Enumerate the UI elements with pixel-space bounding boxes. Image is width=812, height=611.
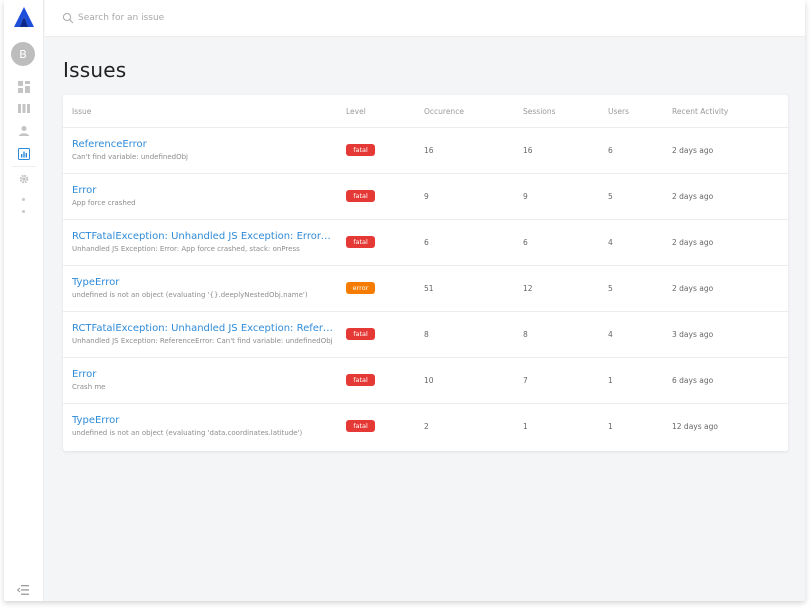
sessions-cell: 16: [523, 146, 533, 155]
column-header-users[interactable]: Users: [608, 107, 629, 116]
column-header-occurence[interactable]: Occurence: [424, 107, 464, 116]
recent-activity-cell: 3 days ago: [672, 330, 714, 339]
issue-title-link[interactable]: TypeError: [72, 277, 334, 288]
issue-subtitle: Unhandled JS Exception: Error: App force…: [72, 245, 300, 253]
level-badge: fatal: [346, 374, 375, 386]
search-icon: [62, 12, 74, 24]
column-header-level[interactable]: Level: [346, 107, 366, 116]
table-row[interactable]: Error Crash me fatal 10 7 1 6 days ago: [63, 358, 788, 404]
users-cell: 4: [608, 330, 613, 339]
recent-activity-cell: 2 days ago: [672, 238, 714, 247]
level-badge: fatal: [346, 420, 375, 432]
recent-activity-cell: 12 days ago: [672, 422, 718, 431]
issues-table: Issue Level Occurence Sessions Users Rec…: [63, 95, 788, 451]
sessions-cell: 12: [523, 284, 533, 293]
occurence-cell: 16: [424, 146, 434, 155]
user-avatar[interactable]: B: [11, 42, 35, 66]
avatar-initial: B: [19, 47, 27, 61]
issue-title-link[interactable]: ReferenceError: [72, 139, 334, 150]
issue-subtitle: undefined is not an object (evaluating '…: [72, 429, 303, 437]
table-row[interactable]: Error App force crashed fatal 9 9 5 2 da…: [63, 174, 788, 220]
search-input[interactable]: [78, 9, 378, 27]
settings-icon[interactable]: [17, 172, 30, 185]
recent-activity-cell: 2 days ago: [672, 192, 714, 201]
issue-title-link[interactable]: RCTFatalException: Unhandled JS Exceptio…: [72, 323, 334, 334]
board-icon[interactable]: [17, 102, 30, 115]
sessions-cell: 8: [523, 330, 528, 339]
app-logo-icon[interactable]: [13, 6, 35, 28]
issue-title-link[interactable]: TypeError: [72, 415, 334, 426]
table-row[interactable]: RCTFatalException: Unhandled JS Exceptio…: [63, 220, 788, 266]
level-badge: fatal: [346, 144, 375, 156]
occurence-cell: 8: [424, 330, 429, 339]
table-header: Issue Level Occurence Sessions Users Rec…: [63, 95, 788, 128]
issue-title-link[interactable]: Error: [72, 369, 334, 380]
users-cell: 5: [608, 284, 613, 293]
level-badge: fatal: [346, 328, 375, 340]
users-cell: 6: [608, 146, 613, 155]
collapse-sidebar-icon[interactable]: [17, 585, 29, 595]
occurence-cell: 51: [424, 284, 434, 293]
level-badge: fatal: [346, 236, 375, 248]
occurence-cell: 2: [424, 422, 429, 431]
user-icon[interactable]: [17, 124, 30, 137]
recent-activity-cell: 2 days ago: [672, 284, 714, 293]
occurence-cell: 9: [424, 192, 429, 201]
level-badge: fatal: [346, 190, 375, 202]
issue-subtitle: undefined is not an object (evaluating '…: [72, 291, 308, 299]
sidebar-divider: [12, 166, 36, 167]
occurence-cell: 10: [424, 376, 434, 385]
sessions-cell: 6: [523, 238, 528, 247]
sidebar: B: [4, 0, 44, 601]
nav-dot[interactable]: [22, 210, 25, 213]
sessions-cell: 9: [523, 192, 528, 201]
users-cell: 1: [608, 376, 613, 385]
issue-title-link[interactable]: RCTFatalException: Unhandled JS Exceptio…: [72, 231, 334, 242]
level-badge: error: [346, 282, 375, 294]
users-cell: 1: [608, 422, 613, 431]
issue-subtitle: App force crashed: [72, 199, 136, 207]
issue-subtitle: Unhandled JS Exception: ReferenceError: …: [72, 337, 333, 345]
recent-activity-cell: 6 days ago: [672, 376, 714, 385]
column-header-issue[interactable]: Issue: [72, 107, 91, 116]
users-cell: 5: [608, 192, 613, 201]
page-title: Issues: [63, 58, 127, 82]
app-window: B Issues Is: [4, 0, 805, 601]
column-header-recent-activity[interactable]: Recent Activity: [672, 107, 728, 116]
nav-dot[interactable]: [22, 198, 25, 201]
table-row[interactable]: ReferenceError Can't find variable: unde…: [63, 128, 788, 174]
table-row[interactable]: TypeError undefined is not an object (ev…: [63, 404, 788, 450]
dashboard-icon[interactable]: [17, 80, 30, 93]
issue-subtitle: Crash me: [72, 383, 106, 391]
chart-icon[interactable]: [17, 147, 30, 160]
sessions-cell: 1: [523, 422, 528, 431]
column-header-sessions[interactable]: Sessions: [523, 107, 556, 116]
sessions-cell: 7: [523, 376, 528, 385]
occurence-cell: 6: [424, 238, 429, 247]
issue-subtitle: Can't find variable: undefinedObj: [72, 153, 188, 161]
top-bar: [45, 0, 805, 37]
users-cell: 4: [608, 238, 613, 247]
table-row[interactable]: RCTFatalException: Unhandled JS Exceptio…: [63, 312, 788, 358]
recent-activity-cell: 2 days ago: [672, 146, 714, 155]
issue-title-link[interactable]: Error: [72, 185, 334, 196]
table-row[interactable]: TypeError undefined is not an object (ev…: [63, 266, 788, 312]
